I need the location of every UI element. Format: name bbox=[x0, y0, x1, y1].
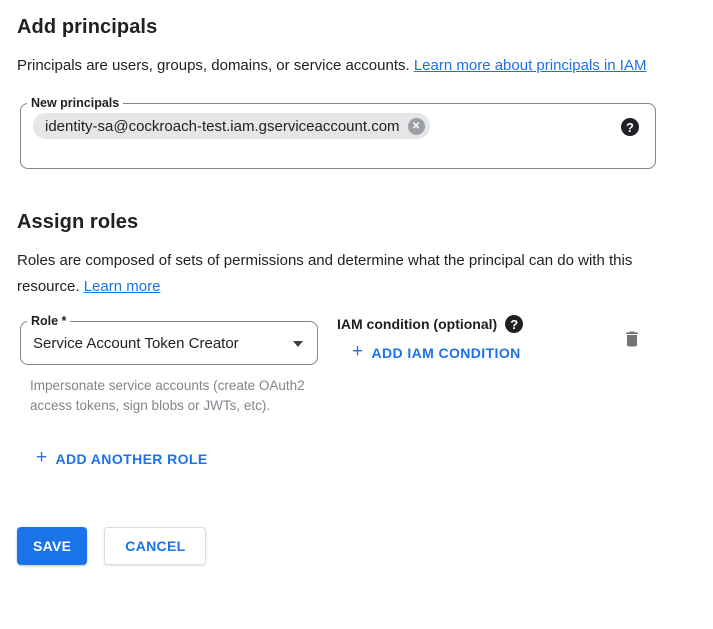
action-row: SAVE CANCEL bbox=[17, 527, 696, 565]
role-helper-text: Impersonate service accounts (create OAu… bbox=[30, 376, 310, 416]
role-row: Role * Service Account Token Creator Imp… bbox=[17, 312, 696, 416]
role-column: Role * Service Account Token Creator Imp… bbox=[20, 312, 318, 416]
trash-icon bbox=[622, 329, 642, 349]
page-title: Add principals bbox=[17, 15, 696, 39]
new-principals-input[interactable]: New principals identity-sa@cockroach-tes… bbox=[20, 103, 656, 169]
assign-roles-title: Assign roles bbox=[17, 210, 696, 234]
iam-condition-label-row: IAM condition (optional) ? bbox=[337, 315, 529, 333]
add-iam-condition-button[interactable]: + ADD IAM CONDITION bbox=[344, 341, 529, 365]
principals-intro: Principals are users, groups, domains, o… bbox=[17, 53, 677, 79]
chevron-down-icon bbox=[293, 341, 303, 347]
add-another-role-button[interactable]: + ADD ANOTHER ROLE bbox=[28, 447, 216, 471]
iam-condition-label: IAM condition (optional) bbox=[337, 316, 497, 333]
iam-condition-help-icon[interactable]: ? bbox=[505, 315, 523, 333]
save-button[interactable]: SAVE bbox=[17, 527, 87, 565]
iam-condition-column: IAM condition (optional) ? + ADD IAM CON… bbox=[337, 315, 529, 365]
chip-remove-icon[interactable]: ✕ bbox=[408, 118, 425, 135]
principal-chip[interactable]: identity-sa@cockroach-test.iam.gservicea… bbox=[33, 113, 430, 139]
new-principals-help-icon[interactable]: ? bbox=[621, 118, 639, 136]
add-iam-condition-label: ADD IAM CONDITION bbox=[372, 345, 521, 361]
principal-chip-value: identity-sa@cockroach-test.iam.gservicea… bbox=[45, 118, 400, 135]
delete-role-button[interactable] bbox=[620, 327, 644, 351]
principals-intro-text: Principals are users, groups, domains, o… bbox=[17, 57, 414, 74]
role-dropdown[interactable]: Role * Service Account Token Creator bbox=[20, 321, 318, 365]
assign-roles-intro: Roles are composed of sets of permission… bbox=[17, 248, 682, 300]
role-selected-value: Service Account Token Creator bbox=[33, 335, 239, 352]
plus-icon: + bbox=[36, 450, 48, 466]
role-label: Role * bbox=[27, 313, 70, 330]
add-another-role-label: ADD ANOTHER ROLE bbox=[56, 451, 208, 467]
plus-icon: + bbox=[352, 344, 364, 360]
learn-more-principals-link[interactable]: Learn more about principals in IAM bbox=[414, 57, 647, 74]
cancel-button[interactable]: CANCEL bbox=[104, 527, 206, 565]
new-principals-label: New principals bbox=[27, 95, 123, 112]
learn-more-roles-link[interactable]: Learn more bbox=[84, 278, 161, 295]
